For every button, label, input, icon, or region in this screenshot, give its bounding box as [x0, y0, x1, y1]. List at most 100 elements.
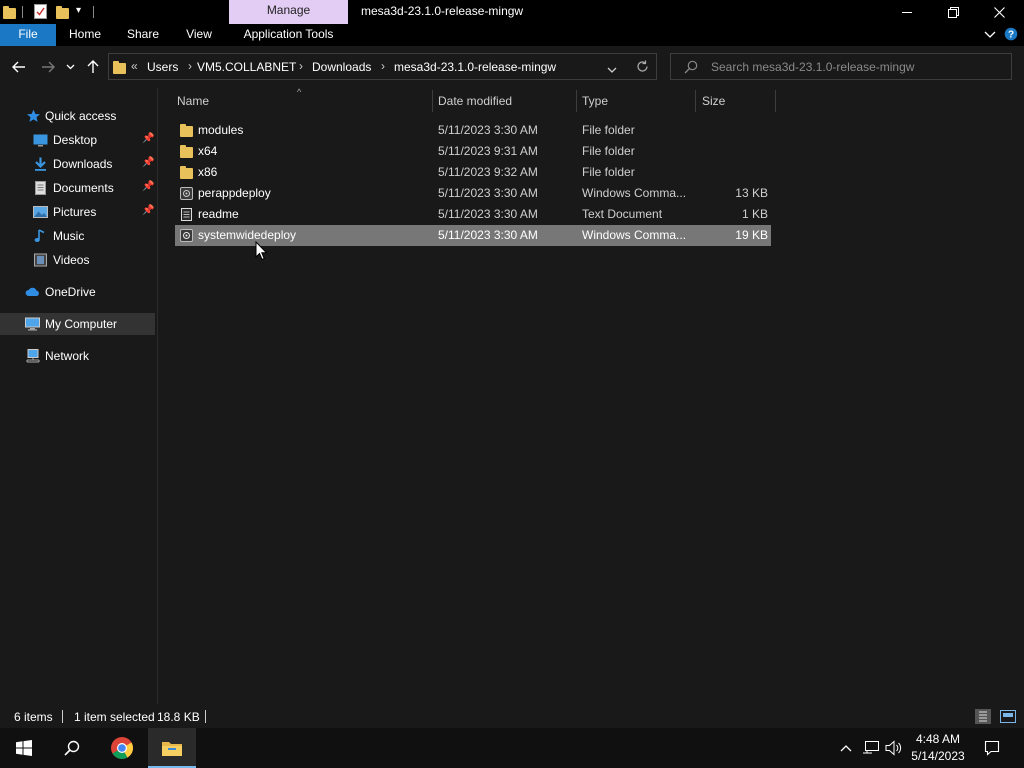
cmd-script-icon [180, 187, 193, 200]
file-explorer-taskbar-button[interactable] [148, 728, 196, 768]
column-header-name[interactable]: Name [177, 88, 432, 114]
large-icons-view-button[interactable] [999, 709, 1017, 724]
tab-view[interactable]: View [179, 24, 219, 46]
breadcrumb-users[interactable]: Users [147, 60, 178, 74]
mouse-cursor-icon [255, 241, 268, 261]
file-type: Text Document [582, 207, 663, 221]
file-row-modules[interactable]: modules 5/11/2023 3:30 AM File folder [175, 120, 771, 141]
file-name: readme [198, 207, 239, 221]
column-divider[interactable] [432, 90, 433, 112]
properties-icon[interactable] [34, 4, 48, 20]
network-status-icon [863, 741, 879, 754]
chevron-down-icon [984, 31, 996, 38]
action-center-button[interactable] [976, 728, 1016, 768]
selection-count: 1 item selected [74, 710, 155, 724]
column-header-type[interactable]: Type [582, 88, 695, 114]
file-type: File folder [582, 165, 635, 179]
address-bar[interactable]: « Users › VM5.COLLABNET › Downloads › me… [108, 53, 657, 80]
file-name: perappdeploy [198, 186, 271, 200]
file-size: 13 KB [735, 186, 768, 200]
file-row-readme[interactable]: readme 5/11/2023 3:30 AM Text Document 1… [175, 204, 771, 225]
search-icon [684, 60, 698, 77]
details-view-button[interactable] [975, 709, 991, 724]
chevron-down-icon [66, 64, 74, 70]
text-document-icon [181, 208, 192, 221]
breadcrumb-separator[interactable]: › [299, 59, 303, 73]
chrome-taskbar-button[interactable] [98, 728, 146, 768]
file-explorer-icon [162, 742, 182, 756]
search-input[interactable]: Search mesa3d-23.1.0-release-mingw [711, 60, 914, 74]
file-row-perappdeploy[interactable]: perappdeploy 5/11/2023 3:30 AM Windows C… [175, 183, 771, 204]
pin-icon[interactable]: 📌 [142, 133, 154, 144]
breadcrumb-separator[interactable]: › [381, 59, 385, 73]
pin-icon[interactable]: 📌 [142, 205, 154, 216]
taskbar: 4:48 AM 5/14/2023 [0, 728, 1024, 768]
volume-tray-button[interactable] [885, 740, 903, 756]
sidebar-item-my-computer[interactable]: My Computer [0, 313, 155, 335]
search-box[interactable]: Search mesa3d-23.1.0-release-mingw [670, 53, 1012, 80]
column-header-size[interactable]: Size [702, 88, 775, 114]
folder-icon[interactable] [3, 4, 17, 20]
sidebar-item-desktop[interactable]: Desktop 📌 [0, 129, 155, 151]
sidebar-item-pictures[interactable]: Pictures 📌 [0, 201, 155, 223]
show-hidden-icons-button[interactable] [838, 740, 854, 756]
details-view-icon [979, 711, 987, 722]
breadcrumb-downloads[interactable]: Downloads [312, 60, 371, 74]
sidebar-item-onedrive[interactable]: OneDrive [0, 281, 155, 303]
pin-icon[interactable]: 📌 [142, 181, 154, 192]
sidebar-item-quick-access[interactable]: Quick access [0, 105, 155, 127]
expand-ribbon-button[interactable] [982, 27, 998, 43]
tab-manage[interactable]: Manage [229, 0, 348, 24]
large-icons-view-icon [1000, 710, 1016, 723]
breadcrumb-separator[interactable]: › [188, 59, 192, 73]
column-divider[interactable] [695, 90, 696, 112]
navigation-bar: « Users › VM5.COLLABNET › Downloads › me… [0, 46, 1024, 88]
start-button[interactable] [0, 728, 48, 768]
pin-icon[interactable]: 📌 [142, 157, 154, 168]
star-icon [27, 109, 40, 122]
chevron-down-icon [607, 67, 617, 73]
file-type: File folder [582, 123, 635, 137]
column-divider[interactable] [775, 90, 776, 112]
forward-button[interactable] [38, 57, 58, 77]
column-divider[interactable] [576, 90, 577, 112]
tab-home[interactable]: Home [63, 24, 107, 46]
tab-share[interactable]: Share [121, 24, 165, 46]
sidebar-item-music[interactable]: Music [0, 225, 155, 247]
video-icon [34, 253, 47, 267]
sidebar-item-network[interactable]: Network [0, 345, 155, 367]
sidebar-item-videos[interactable]: Videos [0, 249, 155, 271]
customize-toolbar-icon[interactable]: ▾ [76, 5, 86, 21]
tab-application-tools[interactable]: Application Tools [229, 24, 348, 46]
new-folder-icon[interactable] [56, 4, 70, 20]
cloud-icon [25, 287, 39, 296]
search-button[interactable] [48, 728, 96, 768]
breadcrumb-vm5-collabnet[interactable]: VM5.COLLABNET [197, 60, 296, 74]
address-history-button[interactable] [607, 63, 617, 77]
file-name: modules [198, 123, 244, 137]
sidebar-item-downloads[interactable]: Downloads 📌 [0, 153, 155, 175]
tab-file[interactable]: File [0, 24, 56, 46]
network-tray-button[interactable] [862, 740, 880, 756]
up-button[interactable] [83, 57, 103, 77]
breadcrumb-overflow[interactable]: « [131, 59, 138, 73]
file-row-x64[interactable]: x64 5/11/2023 9:31 AM File folder [175, 141, 771, 162]
minimize-button[interactable] [884, 0, 930, 24]
desktop-icon [33, 134, 48, 147]
help-button[interactable]: ? [1004, 27, 1020, 43]
sidebar-item-documents[interactable]: Documents 📌 [0, 177, 155, 199]
computer-icon [25, 317, 40, 331]
file-date-modified: 5/11/2023 9:32 AM [438, 165, 538, 179]
clock-button[interactable]: 4:48 AM 5/14/2023 [906, 728, 970, 768]
file-row-x86[interactable]: x86 5/11/2023 9:32 AM File folder [175, 162, 771, 183]
window-title: mesa3d-23.1.0-release-mingw [361, 4, 524, 18]
folder-icon [180, 166, 193, 179]
recent-locations-button[interactable] [62, 57, 78, 77]
refresh-button[interactable] [636, 60, 649, 76]
column-header-date-modified[interactable]: Date modified [438, 88, 576, 114]
breadcrumb-current-folder[interactable]: mesa3d-23.1.0-release-mingw [394, 60, 556, 74]
file-date-modified: 5/11/2023 3:30 AM [438, 123, 538, 137]
back-button[interactable] [9, 57, 29, 77]
close-button[interactable] [976, 0, 1022, 24]
restore-button[interactable] [930, 0, 976, 24]
